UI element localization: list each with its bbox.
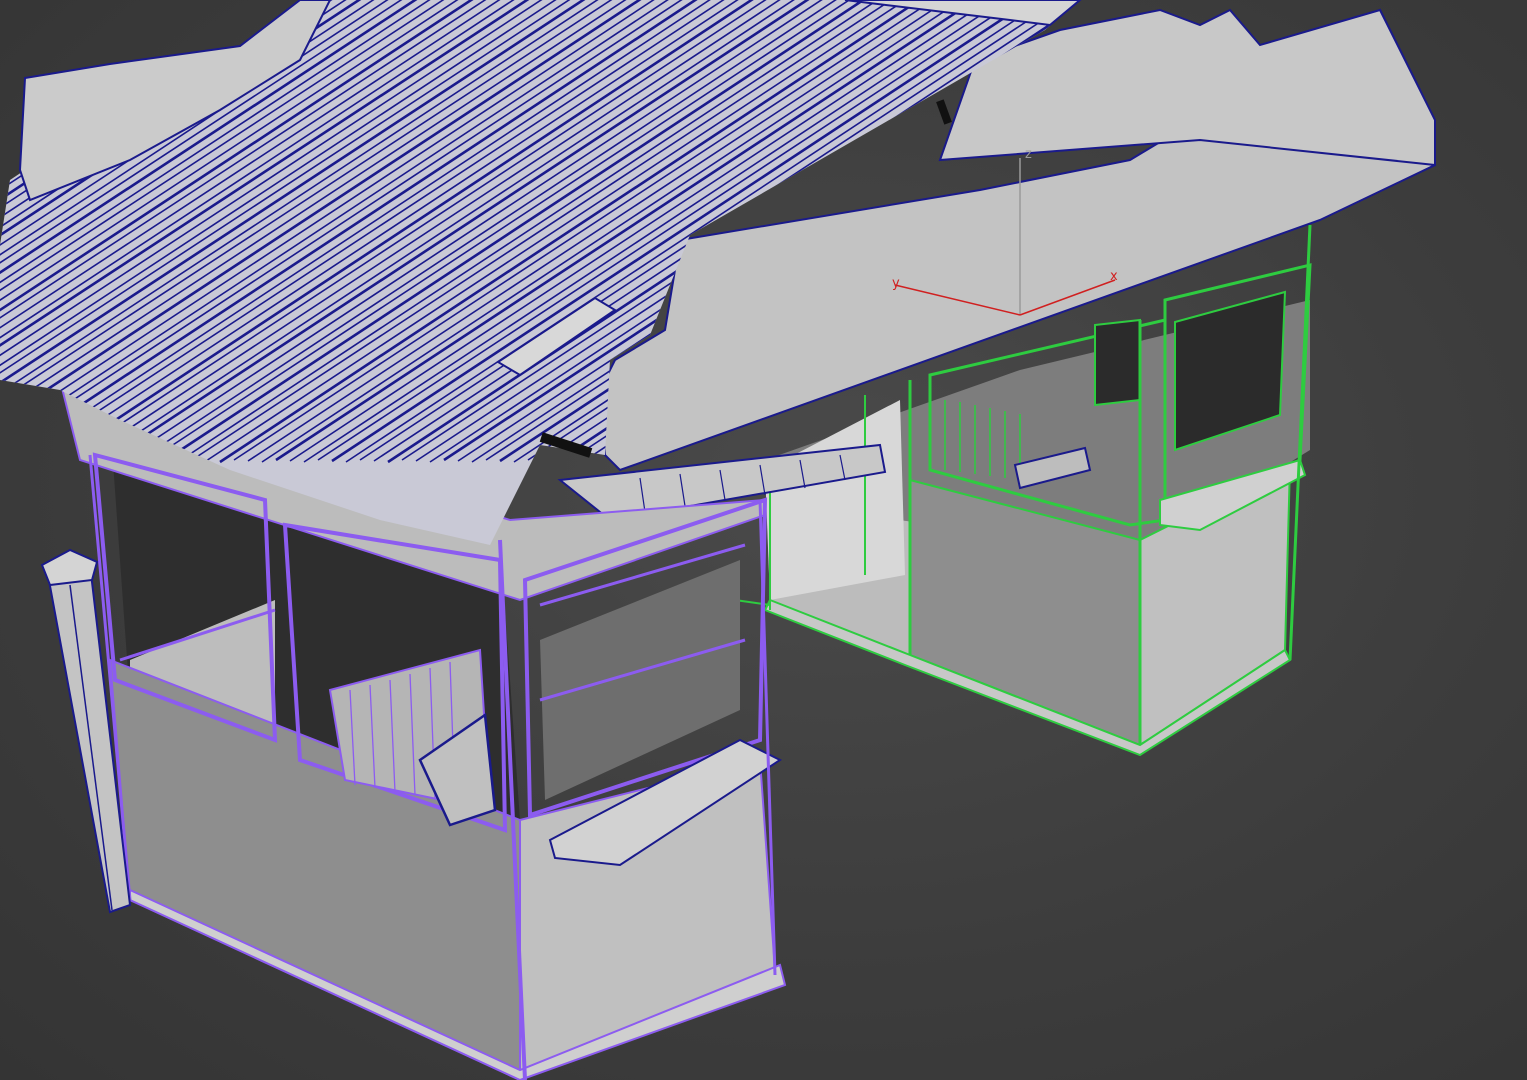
perspective-viewport[interactable]: z y x (0, 0, 1527, 1080)
axis-z-label: z (1025, 147, 1032, 162)
axis-y-label: y (892, 276, 900, 291)
scene-canvas[interactable]: z y x (0, 0, 1527, 1080)
axis-x-label: x (1110, 269, 1118, 284)
